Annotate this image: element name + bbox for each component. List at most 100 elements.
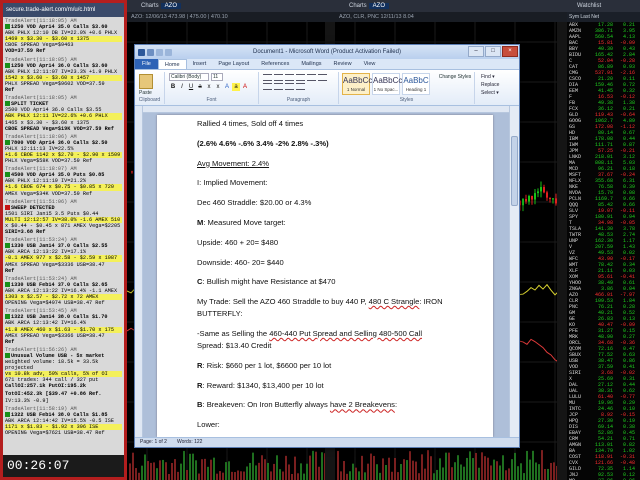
replace-button[interactable]: Replace [481, 81, 499, 89]
multilevel-list-icon[interactable] [285, 74, 294, 81]
volume-bar [451, 467, 453, 480]
chart-symbol-tab[interactable]: AZO [368, 3, 390, 9]
tab-home[interactable]: Home [157, 59, 187, 69]
volume-bar [150, 462, 152, 480]
volume-bar [279, 469, 281, 480]
watchlist-panel[interactable]: Watchlist Sym Last Net ABX 17.28 0.21 AMZN 3… [567, 0, 640, 480]
redo-icon[interactable] [165, 48, 172, 56]
alert-item[interactable]: TradeAlert(11:58:19) AM 1322 USB Feb14 38… [5, 406, 122, 436]
alert-item[interactable]: TradeAlert(11:53:45) AM 1322 USB Jan14 38… [5, 308, 122, 345]
decrease-indent-icon[interactable] [296, 74, 305, 81]
change-styles-button[interactable]: Change Styles [438, 74, 472, 81]
volume-bar [352, 463, 354, 480]
italic-icon[interactable]: I [178, 83, 186, 91]
justify-icon[interactable] [285, 83, 294, 90]
clock-display: 00:26:07 [3, 455, 124, 477]
volume-bar [469, 451, 471, 480]
tab-page-layout[interactable]: Page Layout [212, 59, 255, 69]
alert-text: 1171 x $1.83 - $1.92 x 396 ISE [5, 423, 99, 430]
tab-file[interactable]: File [135, 59, 158, 69]
tab-references[interactable]: References [255, 59, 295, 69]
volume-bar [195, 460, 197, 480]
quick-access-toolbar [135, 48, 172, 56]
underline-icon[interactable]: U [187, 83, 195, 91]
chart-symbol-tab[interactable]: AZO [160, 3, 182, 9]
doc-run: : Reward: $1340, $13,400 per 10 lot [202, 380, 324, 390]
page-count[interactable]: Page: 1 of 2 [140, 438, 167, 447]
document-area[interactable]: Rallied 4 times, Sold off 4 times (2.6% … [135, 106, 519, 437]
undo-icon[interactable] [156, 48, 163, 56]
volume-bar [547, 468, 549, 480]
volume-bar [478, 467, 480, 480]
style-heading-1[interactable]: AaBbC Heading 1 [402, 73, 430, 95]
subscript-icon[interactable]: x [205, 83, 213, 91]
volume-bar [234, 472, 236, 480]
word-count[interactable]: Words: 122 [177, 438, 202, 447]
chart-window-titlebar[interactable]: Charts AZO [127, 0, 335, 12]
volume-bar [219, 471, 221, 480]
volume-bar [457, 455, 459, 480]
tab-view[interactable]: View [358, 59, 382, 69]
alert-text: TradeAlert(11:18:05) AM [5, 56, 77, 63]
align-left-icon[interactable] [318, 74, 327, 81]
alert-item[interactable]: TradeAlert(11:53:24) AM 1330 USB Feb14 37… [5, 276, 122, 306]
tab-review[interactable]: Review [328, 59, 358, 69]
alert-item[interactable]: TradeAlert(11:18:07) AM 4500 VOD Apr14 35… [5, 166, 122, 197]
volume-bar [361, 455, 363, 480]
horizontal-ruler[interactable] [143, 106, 509, 113]
word-window[interactable]: Document1 - Microsoft Word (Product Acti… [134, 44, 520, 448]
alert-item[interactable]: TradeAlert(11:18:06) AM 7800 VOD Apr14 36… [5, 134, 122, 164]
word-titlebar[interactable]: Document1 - Microsoft Word (Product Acti… [135, 45, 519, 59]
scrollbar-thumb[interactable] [511, 136, 518, 206]
vertical-scrollbar[interactable] [509, 106, 519, 437]
alert-text: ABK ARCA 12:13:42 IV=16.4% [5, 320, 86, 327]
volume-bar [526, 450, 528, 480]
minimize-button[interactable]: – [468, 46, 484, 57]
line-spacing-icon[interactable] [296, 83, 305, 90]
font-color-icon[interactable]: A [241, 83, 249, 91]
alert-marker-icon [5, 281, 10, 287]
style-no-spacing[interactable]: AaBbCcDc 1 No Spac... [372, 73, 412, 95]
close-button[interactable]: × [502, 46, 518, 57]
doc-run: My Trade: Sell the AZO 460 Straddle to b… [197, 297, 369, 307]
paste-button[interactable]: Paste [139, 90, 152, 96]
volume-bar [427, 450, 429, 480]
superscript-icon[interactable]: x [214, 83, 222, 91]
alert-item[interactable]: TradeAlert(11:51:06) AM SWEEP DETECTED 150… [5, 199, 122, 236]
document-page[interactable]: Rallied 4 times, Sold off 4 times (2.6% … [157, 115, 493, 437]
save-icon[interactable] [147, 48, 154, 56]
alert-text: AMEX Vega=$34K VOD=37.59 Ref [5, 190, 93, 197]
align-right-icon[interactable] [274, 83, 283, 90]
highlight-icon[interactable]: a [232, 83, 240, 91]
bullets-icon[interactable] [263, 74, 272, 81]
tab-mailings[interactable]: Mailings [295, 59, 327, 69]
alert-item[interactable]: TradeAlert(11:18:05) AM SPLIT TICKET 2500 … [5, 95, 122, 132]
style-normal[interactable]: AaBbCcDc 1 Normal [342, 73, 382, 95]
find-button[interactable]: Find ▾ [481, 73, 499, 81]
alert-feed[interactable]: TradeAlert(11:18:05) AM 1250 VOD Apr14 35… [3, 17, 124, 439]
alert-item[interactable]: TradeAlert(11:18:05) AM 1250 VOD Apr14 35… [5, 18, 122, 55]
strikethrough-icon[interactable]: a [196, 83, 204, 91]
alert-item[interactable]: TradeAlert(11:56:26) AM Unusual Volume US… [5, 347, 122, 390]
address-bar[interactable]: secure.trade-alert.com/m/u/c.html [3, 3, 124, 17]
alert-item[interactable]: TradeAlert(11:53:24) AM 1330 USB Jan14 37… [5, 237, 122, 274]
chart-window-titlebar[interactable]: Charts AZO [335, 0, 567, 12]
font-size-dropdown[interactable]: 11 [211, 73, 223, 81]
watchlist-rows[interactable]: ABX 17.28 0.21 AMZN 386.71 3.95 AAPL 560.54 4.13… [567, 22, 640, 480]
volume-bar [177, 471, 179, 480]
tab-insert[interactable]: Insert [187, 59, 213, 69]
font-name-dropdown[interactable]: Calibri (Body) [169, 73, 209, 81]
maximize-button[interactable]: □ [485, 46, 501, 57]
bold-icon[interactable]: B [169, 83, 177, 91]
paste-icon[interactable] [139, 74, 153, 89]
numbering-icon[interactable] [274, 74, 283, 81]
select-button[interactable]: Select ▾ [481, 89, 499, 97]
align-center-icon[interactable] [263, 83, 272, 90]
increase-indent-icon[interactable] [307, 74, 316, 81]
volume-bar [135, 468, 137, 480]
candle-body [549, 197, 551, 200]
trade-alert-panel: secure.trade-alert.com/m/u/c.html TradeA… [0, 0, 127, 480]
alert-item[interactable]: TotOI:452.3k [$39.47 +0.86 Ref. IV:13.3% … [5, 391, 122, 403]
alert-item[interactable]: TradeAlert(11:18:05) AM 1250 VOD Apr14 36… [5, 57, 122, 94]
text-effects-icon[interactable]: A [223, 83, 231, 91]
